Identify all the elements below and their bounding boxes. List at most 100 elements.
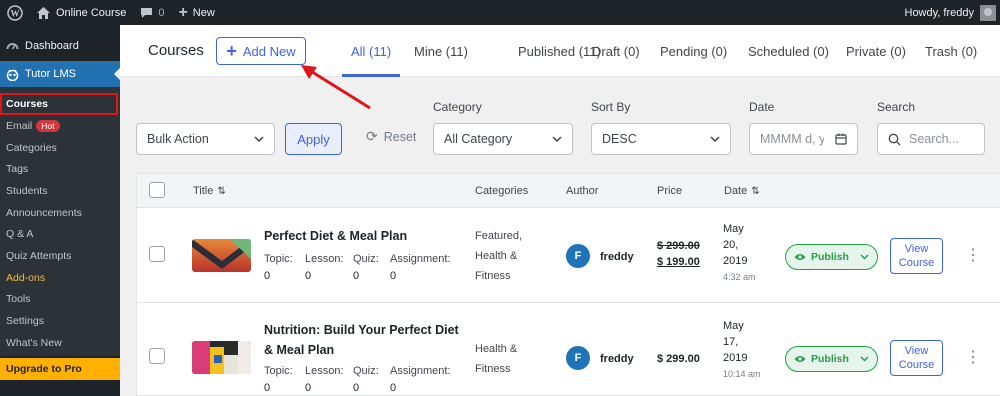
course-thumbnail[interactable] [192, 239, 251, 272]
table-row: Nutrition: Build Your Perfect Diet & Mea… [137, 303, 1000, 396]
courses-header: Courses + Add New All (11) Mine (11) Pub… [120, 25, 1000, 77]
sort-by-label: Sort By [591, 100, 631, 114]
author-avatar: F [566, 244, 590, 268]
assignment-count: 0 [390, 270, 397, 282]
chevron-down-icon [552, 136, 562, 142]
view-course-button[interactable]: View Course [890, 238, 943, 274]
tab-all[interactable]: All (11) [351, 44, 391, 59]
site-name-link[interactable]: Online Course [30, 0, 133, 25]
table-row: Perfect Diet & Meal Plan Topic: Lesson: … [137, 208, 1000, 303]
lesson-count: 0 [305, 382, 312, 394]
column-title[interactable]: Title ⇅ [193, 185, 226, 197]
topic-count: 0 [264, 382, 271, 394]
tab-mine[interactable]: Mine (11) [414, 44, 468, 59]
sidebar-item-quiz-attempts[interactable]: Quiz Attempts [0, 245, 120, 267]
sidebar-item-courses[interactable]: Courses [0, 93, 118, 115]
sort-by-select[interactable]: DESC [591, 123, 731, 155]
row-checkbox[interactable] [149, 348, 165, 364]
annotation-arrow-icon [301, 65, 371, 110]
category-select[interactable]: All Category [433, 123, 573, 155]
assignment-count: 0 [390, 382, 397, 394]
hot-badge: Hot [36, 119, 60, 132]
howdy-user[interactable]: Howdy, freddy [905, 7, 975, 19]
sidebar-item-whats-new[interactable]: What's New [0, 332, 120, 354]
row-checkbox[interactable] [149, 246, 165, 262]
eye-icon [794, 254, 806, 260]
sidebar-item-announcements[interactable]: Announcements [0, 202, 120, 224]
date-input[interactable]: MMMM d, y [749, 123, 858, 155]
column-date[interactable]: Date ⇅ [724, 185, 760, 197]
chevron-down-icon [860, 356, 869, 362]
page-title: Courses [148, 42, 204, 59]
course-title[interactable]: Perfect Diet & Meal Plan [264, 226, 407, 246]
column-price: Price [657, 185, 683, 197]
sidebar-item-email[interactable]: Email Hot [0, 115, 120, 137]
tab-trash[interactable]: Trash (0) [925, 44, 977, 59]
topic-count: 0 [264, 270, 271, 282]
quiz-count: 0 [353, 382, 360, 394]
wordpress-logo-icon[interactable]: W [0, 0, 30, 25]
admin-bar: W Online Course 0 + New Howdy, freddy [0, 0, 1000, 25]
admin-sidebar: Dashboard Tutor LMS Courses Email Hot Cat… [0, 25, 120, 396]
more-options-icon[interactable]: ⋮ [965, 248, 981, 264]
plus-icon: + [178, 3, 188, 21]
lesson-label: Lesson: [305, 253, 344, 265]
comments-link[interactable]: 0 [133, 0, 171, 25]
sidebar-item-qa[interactable]: Q & A [0, 223, 120, 245]
lesson-label: Lesson: [305, 365, 344, 377]
column-categories: Categories [475, 185, 529, 197]
lesson-count: 0 [305, 270, 312, 282]
apply-button[interactable]: Apply [285, 123, 342, 155]
author-name: freddy [600, 251, 634, 263]
view-course-button[interactable]: View Course [890, 340, 943, 376]
sidebar-item-tools[interactable]: Tools [0, 289, 120, 311]
course-thumbnail[interactable] [192, 341, 251, 374]
courses-table: Title ⇅ Categories Author Price Date ⇅ Per… [136, 173, 1000, 396]
sidebar-item-students[interactable]: Students [0, 180, 120, 202]
tab-draft[interactable]: Draft (0) [592, 44, 640, 59]
assignment-label: Assignment: [390, 253, 451, 265]
course-price: $ 299.00 $ 199.00 [657, 240, 700, 268]
upgrade-to-pro-link[interactable]: Upgrade to Pro [0, 357, 120, 380]
bulk-action-select[interactable]: Bulk Action [136, 123, 275, 155]
status-dropdown[interactable]: Publish [785, 346, 878, 372]
sidebar-item-add-ons[interactable]: Add-ons [0, 267, 120, 289]
eye-icon [794, 356, 806, 362]
tab-published[interactable]: Published (11) [518, 44, 601, 59]
new-content-link[interactable]: + New [171, 0, 221, 25]
topic-label: Topic: [264, 365, 293, 377]
plus-icon: + [226, 41, 237, 61]
comment-icon [141, 7, 153, 18]
course-categories: Health & Fitness [475, 343, 518, 375]
quiz-label: Quiz: [353, 253, 379, 265]
tab-scheduled[interactable]: Scheduled (0) [748, 44, 829, 59]
search-input[interactable]: Search... [877, 123, 985, 155]
sidebar-item-dashboard[interactable]: Dashboard [0, 35, 120, 57]
select-all-checkbox[interactable] [149, 182, 165, 198]
chevron-down-icon [860, 254, 869, 260]
search-label: Search [877, 100, 916, 114]
tutor-submenu: Courses Email Hot Categories Tags Student… [0, 87, 120, 356]
quiz-count: 0 [353, 270, 360, 282]
course-categories: Featured, Health & Fitness [475, 230, 523, 282]
tutor-owl-icon [5, 67, 19, 81]
tab-pending[interactable]: Pending (0) [660, 44, 727, 59]
reset-button[interactable]: ⟳ Reset [366, 128, 416, 145]
sidebar-item-settings[interactable]: Settings [0, 310, 120, 332]
status-dropdown[interactable]: Publish [785, 244, 878, 270]
sidebar-item-categories[interactable]: Categories [0, 137, 120, 159]
more-options-icon[interactable]: ⋮ [965, 350, 981, 366]
sort-icon: ⇅ [751, 185, 760, 197]
course-price: $ 299.00 [657, 353, 700, 365]
user-avatar[interactable] [980, 4, 996, 21]
course-title[interactable]: Nutrition: Build Your Perfect Diet & Mea… [264, 320, 459, 360]
add-new-button[interactable]: + Add New [216, 37, 306, 65]
search-icon [888, 133, 901, 145]
refresh-icon: ⟳ [366, 128, 378, 144]
sidebar-item-tutor-lms[interactable]: Tutor LMS [0, 61, 120, 87]
svg-text:W: W [11, 8, 20, 18]
table-header: Title ⇅ Categories Author Price Date ⇅ [137, 174, 1000, 208]
sidebar-item-tags[interactable]: Tags [0, 158, 120, 180]
tab-private[interactable]: Private (0) [846, 44, 906, 59]
assignment-label: Assignment: [390, 365, 451, 377]
